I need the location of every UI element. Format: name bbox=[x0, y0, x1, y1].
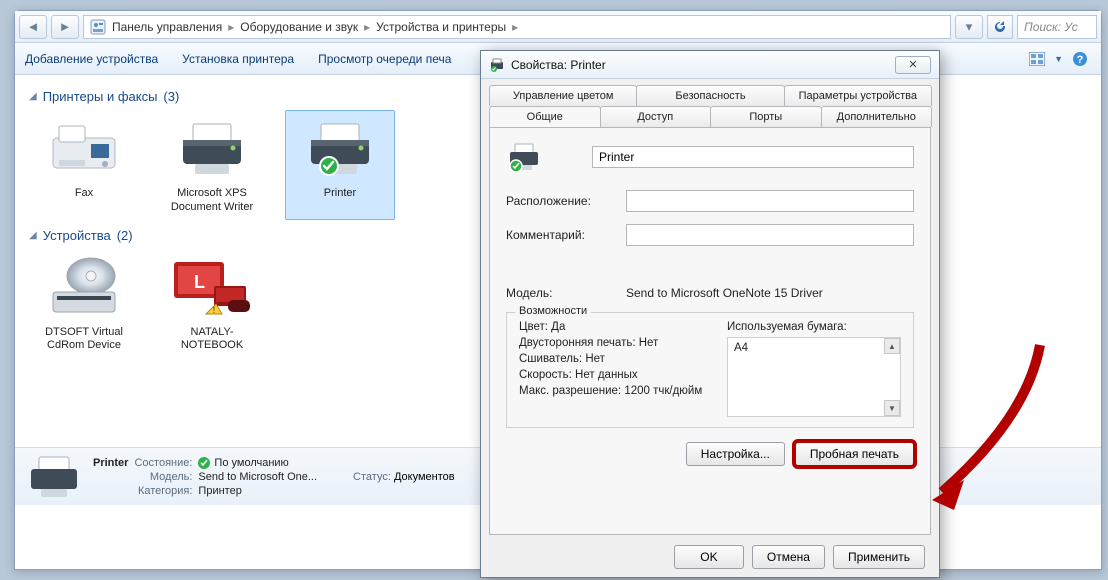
help-button[interactable]: ? bbox=[1069, 49, 1091, 69]
apply-button[interactable]: Применить bbox=[833, 545, 925, 569]
details-name: Printer bbox=[93, 457, 128, 469]
tab-device-params[interactable]: Параметры устройства bbox=[784, 85, 932, 106]
tab-general-page: Расположение: Комментарий: Модель: Send … bbox=[489, 127, 931, 535]
paper-list[interactable]: A4 ▲ ▼ bbox=[727, 337, 901, 417]
collapse-icon[interactable]: ◢ bbox=[29, 230, 37, 241]
comment-label: Комментарий: bbox=[506, 228, 616, 242]
refresh-button[interactable] bbox=[987, 15, 1013, 39]
view-queue-button[interactable]: Просмотр очереди печа bbox=[318, 52, 451, 66]
printer-large-icon bbox=[506, 142, 542, 172]
test-print-button[interactable]: Пробная печать bbox=[795, 442, 914, 466]
close-button[interactable]: ✕ bbox=[895, 56, 931, 74]
ok-button[interactable]: OK bbox=[674, 545, 744, 569]
svg-text:L: L bbox=[194, 272, 205, 292]
address-bar: ◄ ► Панель управления▸ Оборудование и зв… bbox=[15, 11, 1101, 43]
svg-text:?: ? bbox=[1077, 54, 1084, 66]
dialog-titlebar[interactable]: Свойства: Printer ✕ bbox=[481, 51, 939, 79]
model-label: Модель: bbox=[506, 286, 616, 300]
capabilities-fieldset: Возможности Цвет: Да Двусторонняя печать… bbox=[506, 312, 914, 428]
crumb-3[interactable]: Устройства и принтеры bbox=[376, 20, 506, 34]
dialog-title: Свойства: Printer bbox=[511, 58, 606, 72]
view-dropdown[interactable]: ▼ bbox=[1054, 54, 1063, 64]
svg-text:!: ! bbox=[213, 305, 216, 315]
printer-small-icon bbox=[489, 58, 505, 72]
cdrom-icon bbox=[41, 254, 127, 322]
scroll-up-button[interactable]: ▲ bbox=[884, 338, 900, 354]
fax-icon bbox=[41, 115, 127, 183]
cap-speed: Скорость: Нет данных bbox=[519, 369, 709, 381]
comment-input[interactable] bbox=[626, 224, 914, 246]
section-title-devices: Устройства bbox=[43, 228, 111, 243]
tab-sharing[interactable]: Доступ bbox=[600, 106, 712, 127]
collapse-icon[interactable]: ◢ bbox=[29, 91, 37, 102]
paper-label: Используемая бумага: bbox=[727, 321, 901, 333]
section-count-printers: (3) bbox=[163, 89, 179, 104]
control-panel-icon bbox=[90, 19, 106, 35]
printer-properties-dialog: Свойства: Printer ✕ Управление цветом Бе… bbox=[480, 50, 940, 578]
view-mode-button[interactable] bbox=[1026, 49, 1048, 69]
scroll-down-button[interactable]: ▼ bbox=[884, 400, 900, 416]
add-printer-button[interactable]: Установка принтера bbox=[182, 52, 294, 66]
device-dtsoft[interactable]: DTSOFT Virtual CdRom Device bbox=[29, 249, 139, 359]
search-input[interactable]: Поиск: Ус bbox=[1017, 15, 1097, 39]
tab-security[interactable]: Безопасность bbox=[636, 85, 784, 106]
section-title-printers: Принтеры и факсы bbox=[43, 89, 158, 104]
device-xps[interactable]: Microsoft XPS Document Writer bbox=[157, 110, 267, 220]
device-printer[interactable]: Printer bbox=[285, 110, 395, 220]
tab-general[interactable]: Общие bbox=[489, 106, 601, 127]
printer-default-icon bbox=[297, 115, 383, 183]
add-device-button[interactable]: Добавление устройства bbox=[25, 52, 158, 66]
cap-stapler: Сшиватель: Нет bbox=[519, 353, 709, 365]
nav-back-button[interactable]: ◄ bbox=[19, 15, 47, 39]
printer-icon bbox=[169, 115, 255, 183]
address-dropdown[interactable]: ▾ bbox=[955, 15, 983, 39]
printer-name-input[interactable] bbox=[592, 146, 914, 168]
nav-forward-button[interactable]: ► bbox=[51, 15, 79, 39]
status-badge: По умолчанию bbox=[198, 457, 317, 469]
settings-button[interactable]: Настройка... bbox=[686, 442, 785, 466]
crumb-1[interactable]: Панель управления bbox=[112, 20, 222, 34]
model-value: Send to Microsoft OneNote 15 Driver bbox=[626, 286, 823, 300]
crumb-2[interactable]: Оборудование и звук bbox=[240, 20, 358, 34]
location-input[interactable] bbox=[626, 190, 914, 212]
breadcrumb[interactable]: Панель управления▸ Оборудование и звук▸ … bbox=[83, 15, 951, 39]
cap-maxres: Макс. разрешение: 1200 тчк/дюйм bbox=[519, 385, 709, 397]
tab-advanced[interactable]: Дополнительно bbox=[821, 106, 933, 127]
cancel-button[interactable]: Отмена bbox=[752, 545, 825, 569]
printer-thumb-icon bbox=[25, 453, 83, 501]
device-fax[interactable]: Fax bbox=[29, 110, 139, 220]
tab-ports[interactable]: Порты bbox=[710, 106, 822, 127]
section-count-devices: (2) bbox=[117, 228, 133, 243]
location-label: Расположение: bbox=[506, 194, 616, 208]
device-nataly[interactable]: L! NATALY-NOTEBOOK bbox=[157, 249, 267, 359]
cap-color: Цвет: Да bbox=[519, 321, 709, 333]
computer-icon: L! bbox=[169, 254, 255, 322]
tab-color-management[interactable]: Управление цветом bbox=[489, 85, 637, 106]
cap-duplex: Двусторонняя печать: Нет bbox=[519, 337, 709, 349]
